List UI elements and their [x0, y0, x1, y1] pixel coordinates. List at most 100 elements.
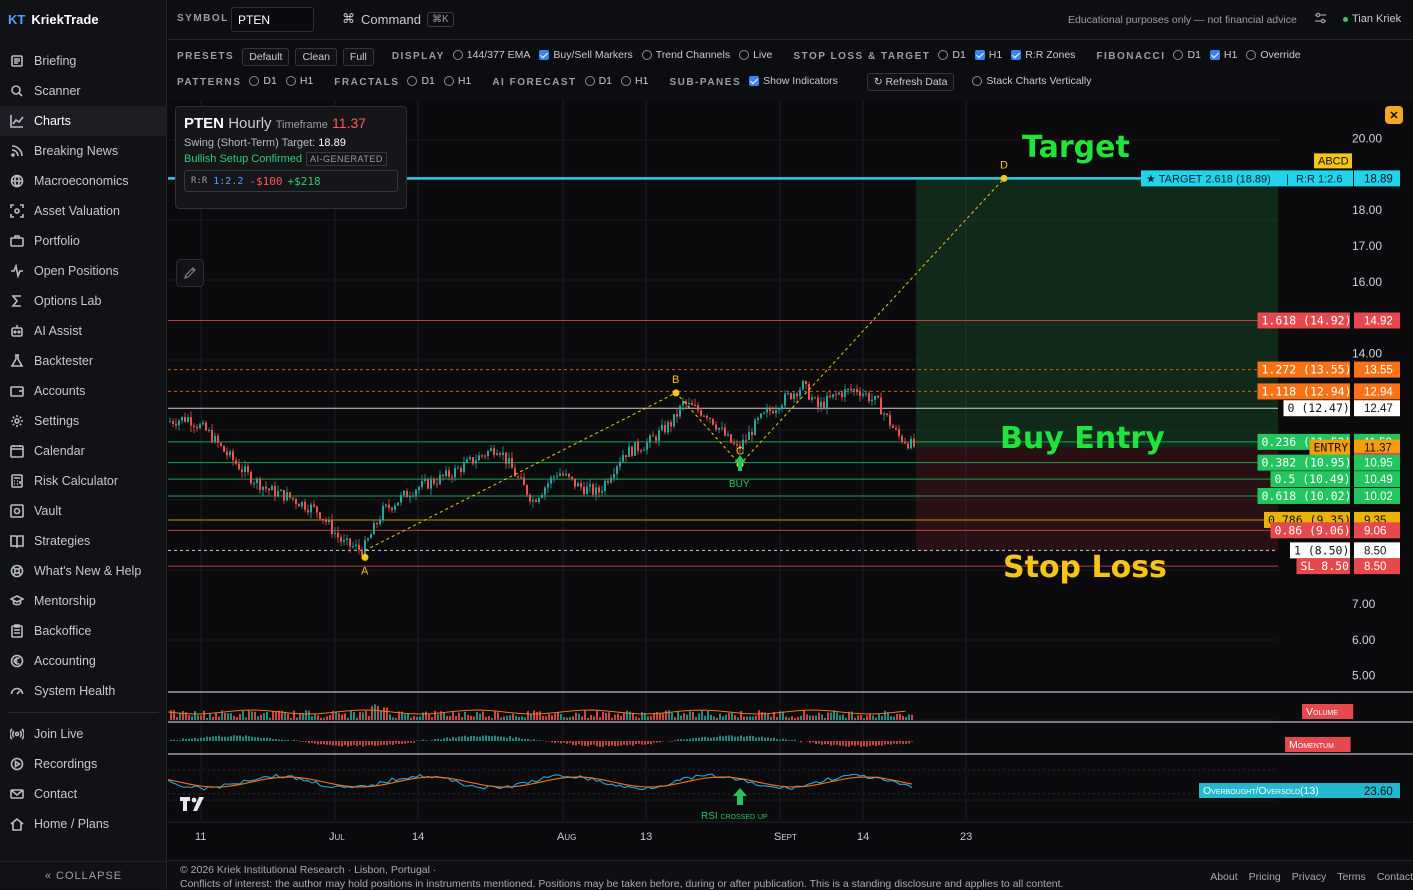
- user-menu[interactable]: Tian Kriek: [1343, 13, 1401, 25]
- display-144-377-ema-checkbox[interactable]: 144/377 EMA: [453, 49, 531, 61]
- tradingview-logo: [180, 795, 212, 816]
- sidebar-item-macroeconomics[interactable]: Macroeconomics: [0, 166, 167, 196]
- volume-bar: [389, 714, 391, 720]
- sidebar-item-portfolio[interactable]: Portfolio: [0, 226, 167, 256]
- preset-full-button[interactable]: Full: [343, 48, 374, 66]
- sidebar-item-ai-assist[interactable]: AI Assist: [0, 316, 167, 346]
- candle-body: [625, 455, 627, 457]
- fib-override-checkbox[interactable]: Override: [1246, 49, 1300, 61]
- volume-bar: [650, 716, 652, 720]
- candle-body: [511, 458, 513, 468]
- subpanes-show-indicators-checkbox[interactable]: Show Indicators: [749, 75, 838, 87]
- command-button[interactable]: ⌘ Command ⌘K: [342, 11, 454, 27]
- candle-body: [616, 466, 618, 474]
- sidebar-item-breaking-news[interactable]: Breaking News: [0, 136, 167, 166]
- momentum-bar: [713, 737, 715, 741]
- fib-d1-checkbox[interactable]: D1: [1173, 49, 1200, 61]
- momentum-bar: [251, 737, 253, 741]
- sidebar-item-calendar[interactable]: Calendar: [0, 436, 167, 466]
- footer-link-about[interactable]: About: [1210, 871, 1237, 883]
- sidebar-item-mentorship[interactable]: Mentorship: [0, 586, 167, 616]
- footer-link-pricing[interactable]: Pricing: [1249, 871, 1281, 883]
- display-trend-channels-checkbox[interactable]: Trend Channels: [642, 49, 730, 61]
- volume-bar: [635, 717, 637, 720]
- patterns-d1-checkbox[interactable]: D1: [249, 75, 276, 87]
- chart-canvas[interactable]: ABCDBUY20.0018.0017.0016.0014.007.006.00…: [168, 100, 1413, 860]
- sidebar-item-join-live[interactable]: Join Live: [0, 719, 167, 749]
- momentum-bar: [860, 741, 862, 747]
- fib-h1-checkbox[interactable]: H1: [1210, 49, 1237, 61]
- sidebar-item-what-s-new-help[interactable]: What's New & Help: [0, 556, 167, 586]
- footer-link-privacy[interactable]: Privacy: [1292, 871, 1326, 883]
- sidebar-item-accounts[interactable]: Accounts: [0, 376, 167, 406]
- sidebar-item-vault[interactable]: Vault: [0, 496, 167, 526]
- sidebar-item-scanner[interactable]: Scanner: [0, 76, 167, 106]
- momentum-bar: [377, 741, 379, 746]
- footer-link-terms[interactable]: Terms: [1337, 871, 1366, 883]
- sidebar-item-label: AI Assist: [34, 324, 82, 338]
- sidebar-item-recordings[interactable]: Recordings: [0, 749, 167, 779]
- symbol-input[interactable]: [231, 7, 314, 32]
- display-live-checkbox[interactable]: Live: [739, 49, 772, 61]
- sidebar-item-accounting[interactable]: Accounting: [0, 646, 167, 676]
- refresh-data-button[interactable]: ↻ Refresh Data: [867, 73, 955, 91]
- candle-body: [640, 451, 642, 452]
- candle-body: [169, 421, 171, 422]
- candle-body: [346, 539, 348, 540]
- momentum-bar: [839, 741, 841, 746]
- sidebar-item-home-plans[interactable]: Home / Plans: [0, 809, 167, 839]
- sidebar-item-strategies[interactable]: Strategies: [0, 526, 167, 556]
- candle-body: [508, 458, 510, 464]
- display-buy-sell-markers-checkbox[interactable]: Buy/Sell Markers: [539, 49, 632, 61]
- sidebar-item-contact[interactable]: Contact: [0, 779, 167, 809]
- price-chart[interactable]: ABCDBUY20.0018.0017.0016.0014.007.006.00…: [168, 100, 1413, 860]
- sliders-icon[interactable]: [1314, 12, 1327, 28]
- fractals-d1-checkbox[interactable]: D1: [407, 75, 434, 87]
- candle-body: [502, 452, 504, 454]
- candle-body: [481, 455, 483, 456]
- sidebar-item-options-lab[interactable]: Options Lab: [0, 286, 167, 316]
- momentum-bar: [836, 741, 838, 745]
- sidebar-item-asset-valuation[interactable]: Asset Valuation: [0, 196, 167, 226]
- sidebar-item-label: Contact: [34, 787, 77, 801]
- ai-forecast-h1-checkbox[interactable]: H1: [621, 75, 648, 87]
- sidebar-item-open-positions[interactable]: Open Positions: [0, 256, 167, 286]
- stack-stack-charts-vertically-checkbox[interactable]: Stack Charts Vertically: [972, 75, 1091, 87]
- chart-settings-button[interactable]: ✕: [1385, 106, 1403, 124]
- candle-body: [586, 487, 588, 494]
- fractals-h1-checkbox[interactable]: H1: [444, 75, 471, 87]
- patterns-h1-checkbox[interactable]: H1: [286, 75, 313, 87]
- volume-bar: [560, 714, 562, 720]
- sl-h1-checkbox[interactable]: H1: [975, 49, 1002, 61]
- ai-forecast-d1-checkbox[interactable]: D1: [585, 75, 612, 87]
- momentum-bar: [779, 740, 781, 741]
- sl-r-r-zones-checkbox[interactable]: R:R Zones: [1011, 49, 1075, 61]
- preset-clean-button[interactable]: Clean: [295, 48, 336, 66]
- volume-bar: [299, 713, 301, 720]
- checkbox-label: H1: [635, 75, 648, 87]
- candle-body: [205, 423, 207, 431]
- footer-link-contact[interactable]: Contact: [1377, 871, 1413, 883]
- candle-body: [556, 476, 558, 477]
- sidebar-item-charts[interactable]: Charts: [0, 106, 167, 136]
- volume-bar: [257, 716, 259, 720]
- candle-body: [604, 481, 606, 491]
- sidebar-item-backtester[interactable]: Backtester: [0, 346, 167, 376]
- momentum-bar: [281, 740, 283, 741]
- sidebar-item-risk-calculator[interactable]: Risk Calculator: [0, 466, 167, 496]
- candle-body: [793, 393, 795, 399]
- collapse-button[interactable]: « COLLAPSE: [0, 861, 167, 889]
- candle-body: [454, 468, 456, 478]
- sidebar-item-settings[interactable]: Settings: [0, 406, 167, 436]
- brand-logo[interactable]: KTKriekTrade: [8, 12, 99, 27]
- momentum-bar: [296, 740, 298, 741]
- preset-default-button[interactable]: Default: [242, 48, 289, 66]
- volume-bar: [572, 716, 574, 720]
- sidebar-item-system-health[interactable]: System Health: [0, 676, 167, 706]
- pencil-icon[interactable]: [176, 259, 204, 287]
- candle-body: [838, 393, 840, 395]
- sidebar-item-briefing[interactable]: Briefing: [0, 46, 167, 76]
- momentum-bar: [245, 735, 247, 741]
- sl-d1-checkbox[interactable]: D1: [938, 49, 965, 61]
- sidebar-item-backoffice[interactable]: Backoffice: [0, 616, 167, 646]
